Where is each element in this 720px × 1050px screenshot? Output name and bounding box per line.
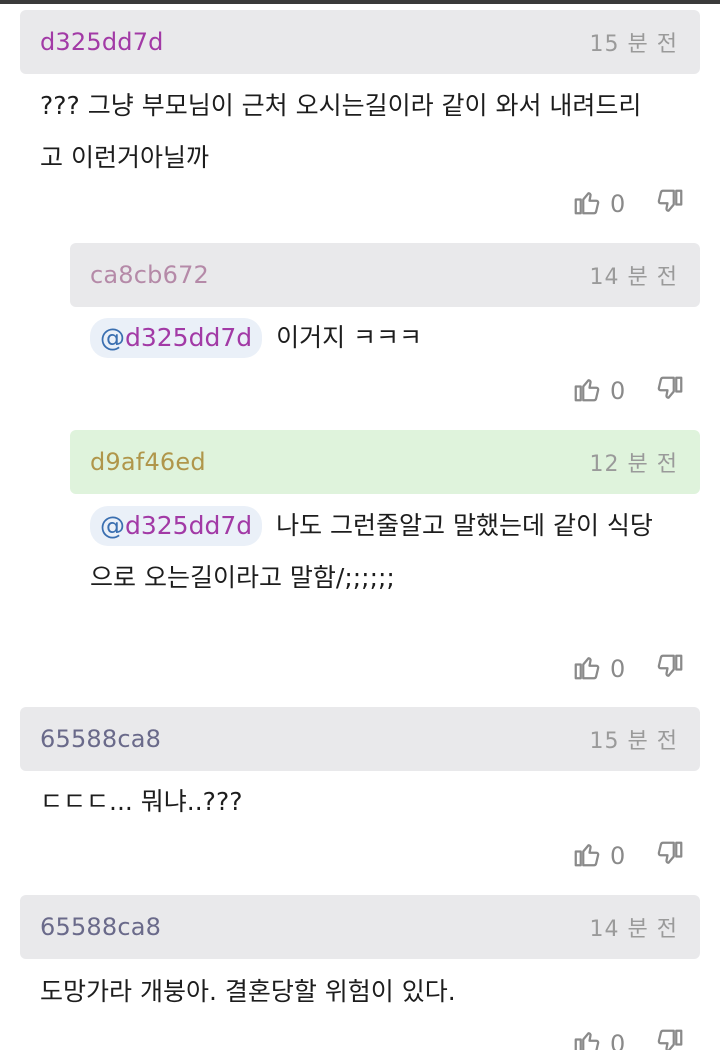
top-divider xyxy=(0,0,720,4)
vote-bar: 0 xyxy=(572,371,685,411)
comment-header: 65588ca8 15 분 전 xyxy=(20,707,700,771)
comment-author[interactable]: ca8cb672 xyxy=(90,261,209,289)
comment-text-line: @d325dd7d 나도 그런줄알고 말했는데 같이 식당 xyxy=(90,500,700,552)
comment-body: ??? 그냥 부모님이 근처 오시는길이라 같이 와서 내려드리 고 이런거아닐… xyxy=(40,80,700,184)
thumbs-up-icon xyxy=(572,374,602,408)
like-button[interactable]: 0 xyxy=(572,1027,655,1050)
like-button[interactable]: 0 xyxy=(572,187,655,221)
comment-text: 이거지 ㅋㅋㅋ xyxy=(276,323,423,352)
like-count: 0 xyxy=(610,842,626,870)
like-button[interactable]: 0 xyxy=(572,374,655,408)
comment-text: 도망가라 개붕아. 결혼당할 위험이 있다. xyxy=(40,977,456,1006)
dislike-button[interactable] xyxy=(655,187,685,221)
like-count: 0 xyxy=(610,190,626,218)
like-count: 0 xyxy=(610,655,626,683)
vote-bar: 0 xyxy=(572,649,685,689)
comment-author[interactable]: 65588ca8 xyxy=(40,725,161,753)
comment-author[interactable]: 65588ca8 xyxy=(40,913,161,941)
dislike-button[interactable] xyxy=(655,1027,685,1050)
comment-header: ca8cb672 14 분 전 xyxy=(70,243,700,307)
like-button[interactable]: 0 xyxy=(572,652,655,686)
comment-text: ㄷㄷㄷ... 뭐냐..??? xyxy=(40,787,243,816)
thumbs-up-icon xyxy=(572,187,602,221)
dislike-button[interactable] xyxy=(655,839,685,873)
comment-body: @d325dd7d 나도 그런줄알고 말했는데 같이 식당 으로 오는길이라고 말… xyxy=(90,500,700,604)
comment-header: d9af46ed 12 분 전 xyxy=(70,430,700,494)
mention-tag[interactable]: @d325dd7d xyxy=(90,318,263,358)
thumbs-up-icon xyxy=(572,839,602,873)
comment-text-line: 고 이런거아닐까 xyxy=(40,143,209,172)
comment-author[interactable]: d9af46ed xyxy=(90,448,206,476)
comment-author[interactable]: d325dd7d xyxy=(40,28,164,56)
comment-time: 14 분 전 xyxy=(589,265,678,290)
dislike-button[interactable] xyxy=(655,652,685,686)
vote-bar: 0 xyxy=(572,184,685,224)
thumbs-down-icon xyxy=(655,839,685,873)
comment-text-line: ??? 그냥 부모님이 근처 오시는길이라 같이 와서 내려드리 xyxy=(40,91,642,120)
comment-time: 15 분 전 xyxy=(589,32,678,57)
like-count: 0 xyxy=(610,1030,626,1050)
thumbs-down-icon xyxy=(655,374,685,408)
dislike-button[interactable] xyxy=(655,374,685,408)
mention-tag[interactable]: @d325dd7d xyxy=(90,506,263,546)
comment-time: 12 분 전 xyxy=(589,452,678,477)
comment-body: ㄷㄷㄷ... 뭐냐..??? xyxy=(40,776,700,828)
comment-header: d325dd7d 15 분 전 xyxy=(20,10,700,74)
comment-header: 65588ca8 14 분 전 xyxy=(20,895,700,959)
thumbs-down-icon xyxy=(655,187,685,221)
vote-bar: 0 xyxy=(572,1024,685,1050)
thumbs-up-icon xyxy=(572,652,602,686)
thumbs-down-icon xyxy=(655,1027,685,1050)
like-button[interactable]: 0 xyxy=(572,839,655,873)
comment-text-line: 으로 오는길이라고 말함/;;;;;; xyxy=(90,563,395,592)
comment-time: 15 분 전 xyxy=(589,729,678,754)
thumbs-up-icon xyxy=(572,1027,602,1050)
comment-text: 나도 그런줄알고 말했는데 같이 식당 xyxy=(276,511,653,540)
comment-body: 도망가라 개붕아. 결혼당할 위험이 있다. xyxy=(40,966,700,1018)
like-count: 0 xyxy=(610,377,626,405)
comment-time: 14 분 전 xyxy=(589,917,678,942)
vote-bar: 0 xyxy=(572,836,685,876)
thumbs-down-icon xyxy=(655,652,685,686)
comment-body: @d325dd7d 이거지 ㅋㅋㅋ xyxy=(90,312,700,364)
